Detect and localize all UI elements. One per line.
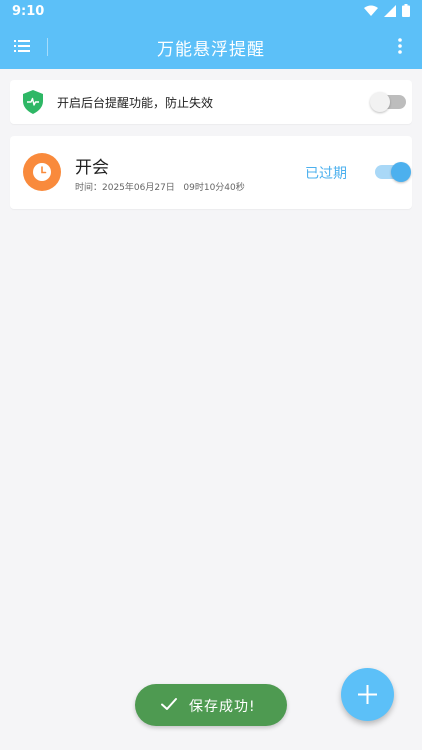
add-reminder-button[interactable]: [341, 668, 394, 721]
page-title: 万能悬浮提醒: [157, 40, 265, 60]
background-reminder-card: 开启后台提醒功能，防止失效: [10, 80, 412, 124]
status-bar: 9:10: [0, 0, 422, 24]
more-vert-icon[interactable]: [390, 36, 410, 56]
background-reminder-label: 开启后台提醒功能，防止失效: [57, 96, 214, 110]
toggle-knob: [391, 162, 411, 182]
plus-icon: [358, 685, 377, 704]
reminder-item[interactable]: 开会 时间：2025年06月27日 09时10分40秒 已过期: [10, 136, 412, 209]
clock-icon: [23, 153, 61, 191]
check-icon: [161, 698, 177, 710]
toast: 保存成功!: [135, 684, 287, 726]
signal-icon: [384, 4, 396, 17]
wifi-icon: [364, 5, 378, 16]
app-bar: 9:10 万能悬浮提醒: [0, 0, 422, 69]
reminder-time: 时间：2025年06月27日 09时10分40秒: [75, 183, 245, 193]
reminder-toggle[interactable]: [375, 162, 411, 182]
status-time: 9:10: [12, 4, 45, 19]
battery-icon: [402, 4, 410, 17]
toggle-knob: [370, 92, 390, 112]
background-reminder-toggle[interactable]: [370, 92, 406, 112]
toast-message: 保存成功!: [189, 699, 256, 715]
reminder-title: 开会: [75, 158, 109, 178]
status-icons: [364, 4, 410, 17]
shield-heartbeat-icon: [23, 90, 43, 114]
reminder-status: 已过期: [305, 166, 347, 182]
